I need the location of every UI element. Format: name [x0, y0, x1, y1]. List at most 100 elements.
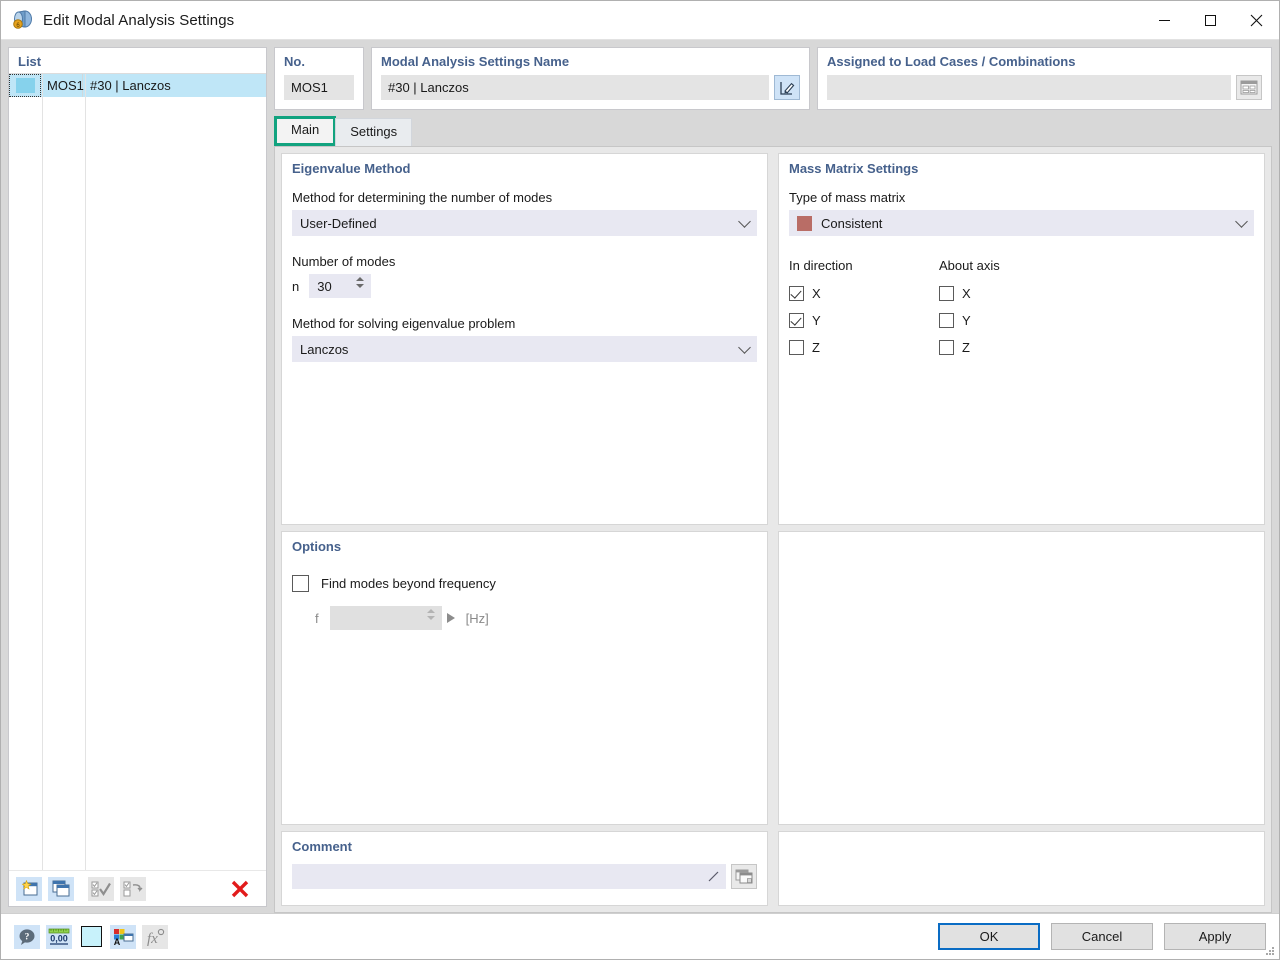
about-axis-y-row[interactable]: Y	[939, 307, 1089, 334]
header-row: No. MOS1 Modal Analysis Settings Name #3…	[274, 47, 1272, 110]
list-card: List MOS1 #30 | Lanczos	[8, 47, 267, 907]
close-icon[interactable]	[1233, 1, 1279, 39]
in-direction-x-checkbox[interactable]	[789, 286, 804, 301]
about-axis-z-checkbox[interactable]	[939, 340, 954, 355]
stepper-down-icon	[356, 284, 364, 288]
options-title: Options	[292, 539, 757, 554]
apply-button[interactable]: Apply	[1164, 923, 1266, 950]
svg-text:fx: fx	[147, 931, 158, 946]
list-item-no: MOS1	[41, 74, 83, 97]
in-direction-x-label: X	[812, 286, 821, 301]
stepper-down-icon	[427, 616, 435, 620]
method-modes-label: Method for determining the number of mod…	[292, 190, 757, 205]
solver-label: Method for solving eigenvalue problem	[292, 316, 757, 331]
units-button[interactable]: 0,00	[46, 925, 72, 949]
about-axis-y-checkbox[interactable]	[939, 313, 954, 328]
pencil-icon	[708, 871, 719, 882]
find-modes-label: Find modes beyond frequency	[321, 576, 496, 591]
maximize-icon[interactable]	[1187, 1, 1233, 39]
mass-matrix-box: Mass Matrix Settings Type of mass matrix…	[778, 153, 1265, 525]
assigned-card: Assigned to Load Cases / Combinations	[817, 47, 1272, 110]
about-axis-x-checkbox[interactable]	[939, 286, 954, 301]
about-axis-x-row[interactable]: X	[939, 280, 1089, 307]
list-panel: List MOS1 #30 | Lanczos	[1, 40, 274, 913]
in-direction-label: In direction	[789, 258, 939, 273]
help-button[interactable]: ?	[14, 925, 40, 949]
copy-item-button[interactable]	[48, 877, 74, 901]
chevron-down-icon	[1235, 215, 1248, 228]
frequency-stepper	[330, 606, 442, 630]
list-item-description: #30 | Lanczos	[83, 78, 171, 93]
in-direction-x-row[interactable]: X	[789, 280, 939, 307]
in-direction-z-row[interactable]: Z	[789, 334, 939, 361]
no-field[interactable]: MOS1	[284, 75, 354, 100]
tab-main[interactable]: Main	[274, 116, 336, 146]
options-box: Options Find modes beyond frequency f	[281, 531, 768, 825]
name-card: Modal Analysis Settings Name #30 | Lancz…	[371, 47, 810, 110]
about-axis-label: About axis	[939, 258, 1089, 273]
comment-browse-button[interactable]	[731, 864, 757, 889]
delete-item-button[interactable]	[227, 877, 253, 901]
select-all-button	[88, 877, 114, 901]
solver-select[interactable]: Lanczos	[292, 336, 757, 362]
resize-grip-icon[interactable]	[1264, 945, 1276, 957]
edit-name-button[interactable]	[774, 75, 800, 100]
list-toolbar	[9, 870, 266, 906]
assigned-field[interactable]	[827, 75, 1231, 100]
about-axis-y-label: Y	[962, 313, 971, 328]
dialog-window: 6 Edit Modal Analysis Settings List	[0, 0, 1280, 960]
method-modes-select[interactable]: User-Defined	[292, 210, 757, 236]
cancel-button[interactable]: Cancel	[1051, 923, 1153, 950]
chevron-down-icon	[738, 215, 751, 228]
tab-settings[interactable]: Settings	[335, 118, 412, 146]
comment-field[interactable]	[292, 864, 726, 889]
f-symbol: f	[315, 611, 319, 626]
find-modes-checkbox[interactable]	[292, 575, 309, 592]
in-direction-y-row[interactable]: Y	[789, 307, 939, 334]
no-label: No.	[284, 54, 354, 69]
number-of-modes-stepper[interactable]: 30	[309, 274, 371, 298]
invert-selection-button	[120, 877, 146, 901]
frequency-stepper-arrows	[427, 609, 435, 620]
assigned-browse-button[interactable]	[1236, 75, 1262, 100]
new-item-button[interactable]	[16, 877, 42, 901]
in-direction-y-label: Y	[812, 313, 821, 328]
svg-text:A: A	[113, 937, 120, 946]
mass-type-value: Consistent	[821, 216, 882, 231]
name-label: Modal Analysis Settings Name	[381, 54, 800, 69]
color-button[interactable]	[78, 925, 104, 949]
svg-text:0,00: 0,00	[50, 933, 68, 943]
in-direction-z-checkbox[interactable]	[789, 340, 804, 355]
list-table: MOS1 #30 | Lanczos	[9, 73, 266, 870]
list-item[interactable]: MOS1 #30 | Lanczos	[9, 74, 266, 97]
mass-matrix-title: Mass Matrix Settings	[789, 161, 1254, 176]
find-modes-row[interactable]: Find modes beyond frequency	[292, 570, 757, 597]
comment-title: Comment	[292, 839, 757, 854]
stepper-arrows[interactable]	[356, 277, 364, 288]
svg-text:?: ?	[24, 932, 29, 942]
window-title: Edit Modal Analysis Settings	[43, 12, 234, 29]
number-of-modes-value: 30	[317, 279, 331, 294]
ok-button[interactable]: OK	[938, 923, 1040, 950]
formula-button: fx	[142, 925, 168, 949]
in-direction-y-checkbox[interactable]	[789, 313, 804, 328]
mass-type-label: Type of mass matrix	[789, 190, 1254, 205]
about-axis-z-label: Z	[962, 340, 970, 355]
mass-type-select[interactable]: Consistent	[789, 210, 1254, 236]
stepper-up-icon	[427, 609, 435, 613]
minimize-icon[interactable]	[1141, 1, 1187, 39]
about-axis-x-label: X	[962, 286, 971, 301]
dialog-body: List MOS1 #30 | Lanczos	[1, 40, 1279, 913]
display-properties-button[interactable]: A	[110, 925, 136, 949]
comment-box: Comment	[281, 831, 768, 906]
n-symbol: n	[292, 279, 299, 294]
frequency-unit: [Hz]	[466, 611, 489, 626]
eigenvalue-method-box: Eigenvalue Method Method for determining…	[281, 153, 768, 525]
name-field[interactable]: #30 | Lanczos	[381, 75, 769, 100]
about-axis-z-row[interactable]: Z	[939, 334, 1089, 361]
list-item-color-swatch[interactable]	[9, 74, 41, 97]
method-modes-value: User-Defined	[300, 216, 377, 231]
tab-page-main: Eigenvalue Method Method for determining…	[274, 146, 1272, 913]
in-direction-z-label: Z	[812, 340, 820, 355]
title-bar: 6 Edit Modal Analysis Settings	[1, 1, 1279, 40]
